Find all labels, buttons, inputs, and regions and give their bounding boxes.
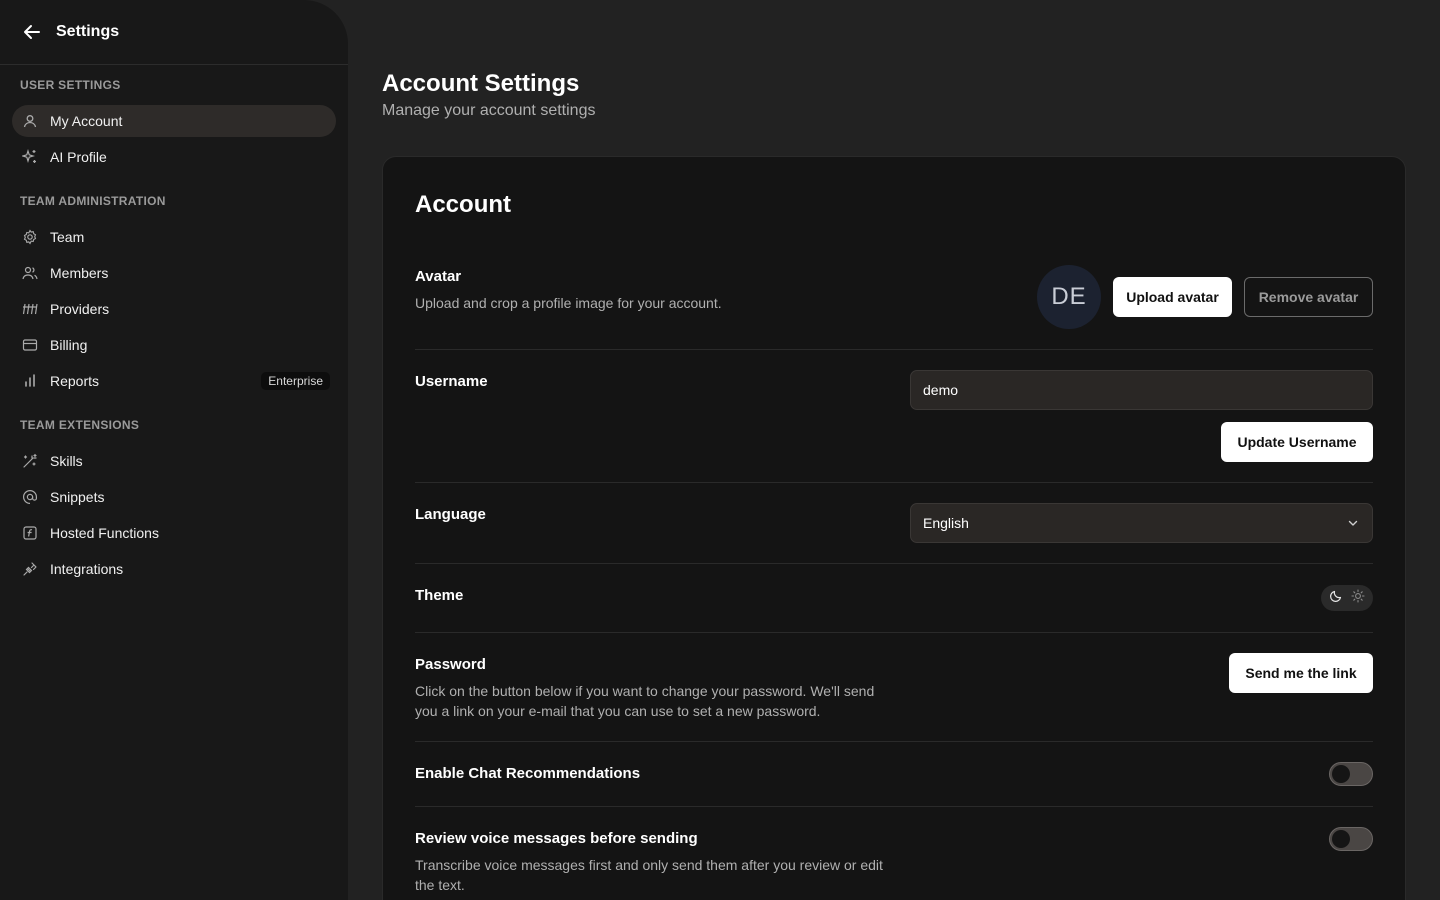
sidebar-item-snippets[interactable]: Snippets: [12, 481, 336, 513]
theme-label: Theme: [415, 587, 464, 604]
sidebar-item-label: Snippets: [50, 489, 105, 505]
page-title: Account Settings: [382, 70, 580, 97]
theme-toggle[interactable]: [1321, 585, 1373, 611]
at-sign-icon: [22, 489, 38, 505]
sidebar-item-ai-profile[interactable]: AI Profile: [12, 141, 336, 173]
users-icon: [22, 265, 38, 281]
sidebar-item-team[interactable]: Team: [12, 221, 336, 253]
username-input[interactable]: [910, 370, 1373, 410]
password-description: Click on the button below if you want to…: [415, 683, 875, 719]
gear-icon: [22, 229, 38, 245]
sidebar-item-skills[interactable]: Skills: [12, 445, 336, 477]
avatar-description: Upload and crop a profile image for your…: [415, 295, 722, 311]
avatar-label: Avatar: [415, 268, 462, 285]
section-user-settings: USER SETTINGS: [20, 78, 121, 92]
username-label: Username: [415, 373, 488, 390]
sidebar-header: Settings: [0, 0, 348, 65]
toggle-knob: [1332, 765, 1350, 783]
chat-recommendations-toggle[interactable]: [1329, 762, 1373, 786]
credit-card-icon: [22, 337, 38, 353]
update-username-button[interactable]: Update Username: [1221, 422, 1373, 462]
avatar: DE: [1037, 265, 1101, 329]
voice-review-label: Review voice messages before sending: [415, 830, 698, 847]
remove-avatar-button[interactable]: Remove avatar: [1244, 277, 1373, 317]
card-title: Account: [415, 191, 511, 218]
plug-icon: [22, 561, 38, 577]
divider: [415, 563, 1373, 564]
voice-review-description: Transcribe voice messages first and only…: [415, 857, 883, 893]
sidebar-item-label: AI Profile: [50, 149, 107, 165]
sidebar-item-members[interactable]: Members: [12, 257, 336, 289]
user-icon: [22, 113, 38, 129]
chevron-down-icon: [1346, 516, 1360, 533]
divider: [415, 632, 1373, 633]
magic-wand-icon: [22, 453, 38, 469]
sidebar-item-providers[interactable]: Providers: [12, 293, 336, 325]
function-icon: [22, 525, 38, 541]
chat-recommendations-label: Enable Chat Recommendations: [415, 765, 641, 782]
page-subtitle: Manage your account settings: [382, 102, 596, 119]
sidebar-item-label: Hosted Functions: [50, 525, 159, 541]
account-card: Account Avatar Upload and crop a profile…: [382, 156, 1406, 900]
sidebar-item-label: Members: [50, 265, 109, 281]
sidebar-item-reports[interactable]: Reports Enterprise: [12, 365, 336, 397]
upload-avatar-button[interactable]: Upload avatar: [1113, 277, 1232, 317]
sidebar-item-hosted-functions[interactable]: Hosted Functions: [12, 517, 336, 549]
sidebar-item-my-account[interactable]: My Account: [12, 105, 336, 137]
divider: [415, 482, 1373, 483]
providers-icon: [22, 301, 38, 317]
sidebar-item-integrations[interactable]: Integrations: [12, 553, 336, 585]
language-label: Language: [415, 506, 486, 523]
sidebar-title: Settings: [56, 23, 120, 40]
sidebar-item-label: Providers: [50, 301, 110, 317]
divider: [415, 741, 1373, 742]
back-arrow-icon[interactable]: [20, 20, 44, 44]
settings-app: Settings USER SETTINGS My Account AI Pro…: [0, 0, 1440, 900]
voice-review-toggle[interactable]: [1329, 827, 1373, 851]
sidebar-item-label: Skills: [50, 453, 83, 469]
sparkles-icon: [22, 149, 38, 165]
language-select[interactable]: English: [910, 503, 1373, 543]
sidebar-item-label: Billing: [50, 337, 88, 353]
sidebar-item-label: My Account: [50, 113, 123, 129]
sun-icon[interactable]: [1351, 588, 1365, 608]
sidebar-item-billing[interactable]: Billing: [12, 329, 336, 361]
sidebar-item-label: Team: [50, 229, 85, 245]
sidebar-item-label: Reports: [50, 373, 100, 389]
divider: [415, 806, 1373, 807]
language-selected-value: English: [923, 515, 969, 531]
section-team-extensions: TEAM EXTENSIONS: [20, 418, 140, 432]
divider: [415, 349, 1373, 350]
enterprise-badge: Enterprise: [261, 372, 330, 390]
toggle-knob: [1332, 830, 1350, 848]
password-label: Password: [415, 656, 486, 673]
bar-chart-icon: [22, 373, 38, 389]
sidebar: Settings USER SETTINGS My Account AI Pro…: [0, 0, 348, 900]
section-team-administration: TEAM ADMINISTRATION: [20, 194, 166, 208]
send-password-link-button[interactable]: Send me the link: [1229, 653, 1373, 693]
sidebar-item-label: Integrations: [50, 561, 124, 577]
moon-icon[interactable]: [1329, 589, 1343, 608]
